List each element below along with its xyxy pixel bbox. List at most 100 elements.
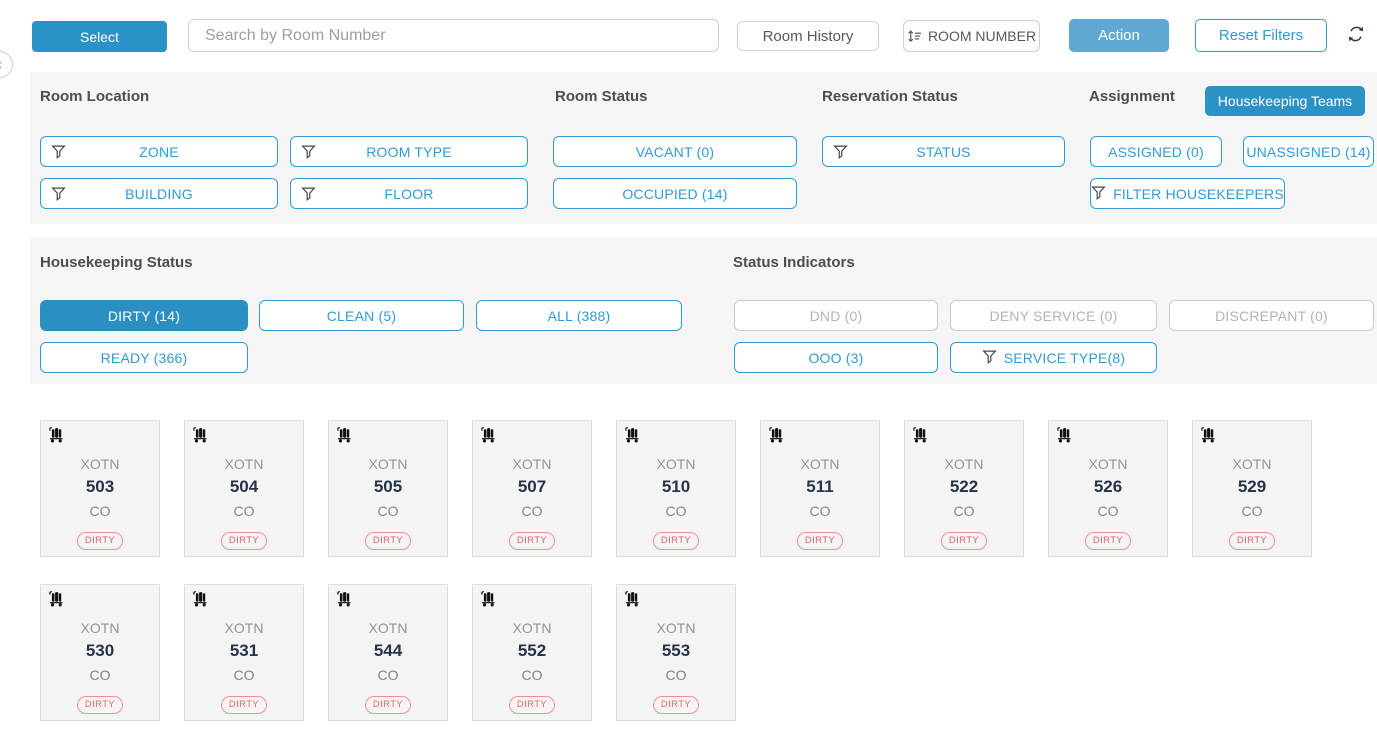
room-reservation-code: CO — [522, 499, 543, 523]
chevron-left-icon: ‹ — [0, 56, 2, 73]
sort-label: ROOM NUMBER — [928, 28, 1036, 44]
funnel-icon — [301, 186, 316, 204]
room-reservation-code: CO — [378, 499, 399, 523]
room-hotel-code: XOTN — [225, 618, 264, 638]
room-card[interactable]: XOTN 503 CO DIRTY — [40, 420, 160, 557]
filter-discrepant-button[interactable]: DISCREPANT (0) — [1169, 300, 1374, 331]
luggage-cart-icon — [911, 426, 928, 448]
room-card[interactable]: XOTN 511 CO DIRTY — [760, 420, 880, 557]
filter-floor-button[interactable]: FLOOR — [290, 178, 528, 209]
room-card-grid: XOTN 503 CO DIRTY — [40, 420, 1340, 721]
room-card[interactable]: XOTN 544 CO DIRTY — [328, 584, 448, 721]
luggage-cart-icon — [479, 426, 496, 448]
refresh-icon[interactable] — [1346, 24, 1366, 44]
room-number: 530 — [86, 638, 114, 663]
room-card[interactable]: XOTN 531 CO DIRTY — [184, 584, 304, 721]
room-hotel-code: XOTN — [657, 618, 696, 638]
search-input[interactable] — [188, 19, 719, 52]
filter-clean-button[interactable]: CLEAN (5) — [259, 300, 464, 331]
sort-room-number-button[interactable]: ROOM NUMBER — [903, 20, 1040, 52]
funnel-icon — [982, 349, 997, 367]
luggage-cart-icon — [47, 590, 64, 612]
funnel-icon — [1091, 185, 1106, 203]
room-card[interactable]: XOTN 526 CO DIRTY — [1048, 420, 1168, 557]
filter-service-type-button[interactable]: SERVICE TYPE(8) — [950, 342, 1157, 373]
room-card[interactable]: XOTN 552 CO DIRTY — [472, 584, 592, 721]
room-status-badge: DIRTY — [221, 532, 267, 550]
room-number: 510 — [662, 474, 690, 499]
room-status-badge: DIRTY — [77, 696, 123, 714]
room-card[interactable]: XOTN 529 CO DIRTY — [1192, 420, 1312, 557]
room-card[interactable]: XOTN 510 CO DIRTY — [616, 420, 736, 557]
room-hotel-code: XOTN — [657, 454, 696, 474]
housekeeping-status-title: Housekeeping Status — [40, 254, 193, 271]
action-button[interactable]: Action — [1069, 19, 1169, 52]
filter-housekeepers-label: FILTER HOUSEKEEPERS — [1113, 186, 1284, 202]
funnel-icon — [51, 186, 66, 204]
filter-dirty-button[interactable]: DIRTY (14) — [40, 300, 248, 331]
room-reservation-code: CO — [1242, 499, 1263, 523]
filter-occupied-button[interactable]: OCCUPIED (14) — [553, 178, 797, 209]
status-indicators-title: Status Indicators — [733, 254, 855, 271]
filter-room-type-button[interactable]: ROOM TYPE — [290, 136, 528, 167]
filter-zone-button[interactable]: ZONE — [40, 136, 278, 167]
room-number: 507 — [518, 474, 546, 499]
luggage-cart-icon — [335, 590, 352, 612]
room-number: 522 — [950, 474, 978, 499]
room-status-badge: DIRTY — [221, 696, 267, 714]
filter-housekeepers-button[interactable]: FILTER HOUSEKEEPERS — [1090, 178, 1285, 209]
assignment-title: Assignment — [1089, 88, 1175, 105]
filter-ooo-button[interactable]: OOO (3) — [734, 342, 938, 373]
sidebar-collapse-toggle[interactable]: ‹ — [0, 51, 13, 78]
service-type-label: SERVICE TYPE(8) — [1004, 350, 1126, 366]
room-hotel-code: XOTN — [513, 454, 552, 474]
room-number: 529 — [1238, 474, 1266, 499]
filter-building-button[interactable]: BUILDING — [40, 178, 278, 209]
filter-assigned-button[interactable]: ASSIGNED (0) — [1090, 136, 1222, 167]
room-reservation-code: CO — [234, 663, 255, 687]
reset-filters-button[interactable]: Reset Filters — [1195, 19, 1327, 52]
room-status-title: Room Status — [555, 88, 648, 105]
room-hotel-code: XOTN — [1233, 454, 1272, 474]
room-status-badge: DIRTY — [77, 532, 123, 550]
room-number: 504 — [230, 474, 258, 499]
housekeeping-dashboard: Select Room History ROOM NUMBER Action R… — [0, 0, 1377, 740]
room-status-badge: DIRTY — [797, 532, 843, 550]
room-card[interactable]: XOTN 530 CO DIRTY — [40, 584, 160, 721]
reservation-status-title: Reservation Status — [822, 88, 958, 105]
filter-deny-service-button[interactable]: DENY SERVICE (0) — [950, 300, 1157, 331]
room-number: 505 — [374, 474, 402, 499]
filter-ready-button[interactable]: READY (366) — [40, 342, 248, 373]
filter-vacant-button[interactable]: VACANT (0) — [553, 136, 797, 167]
filter-all-button[interactable]: ALL (388) — [476, 300, 682, 331]
luggage-cart-icon — [767, 426, 784, 448]
room-reservation-code: CO — [90, 663, 111, 687]
room-number: 526 — [1094, 474, 1122, 499]
room-hotel-code: XOTN — [513, 618, 552, 638]
select-button[interactable]: Select — [32, 21, 167, 52]
room-status-badge: DIRTY — [365, 532, 411, 550]
room-history-button[interactable]: Room History — [737, 21, 879, 51]
room-card[interactable]: XOTN 505 CO DIRTY — [328, 420, 448, 557]
room-card[interactable]: XOTN 507 CO DIRTY — [472, 420, 592, 557]
room-hotel-code: XOTN — [369, 618, 408, 638]
room-status-badge: DIRTY — [941, 532, 987, 550]
filter-unassigned-button[interactable]: UNASSIGNED (14) — [1243, 136, 1374, 167]
building-label: BUILDING — [125, 186, 193, 202]
room-reservation-code: CO — [666, 663, 687, 687]
room-card[interactable]: XOTN 504 CO DIRTY — [184, 420, 304, 557]
room-status-badge: DIRTY — [1085, 532, 1131, 550]
room-card[interactable]: XOTN 553 CO DIRTY — [616, 584, 736, 721]
luggage-cart-icon — [623, 590, 640, 612]
filter-dnd-button[interactable]: DND (0) — [734, 300, 938, 331]
luggage-cart-icon — [191, 590, 208, 612]
room-number: 553 — [662, 638, 690, 663]
housekeeping-teams-button[interactable]: Housekeeping Teams — [1205, 86, 1365, 116]
room-reservation-code: CO — [90, 499, 111, 523]
filter-reservation-status-button[interactable]: STATUS — [822, 136, 1065, 167]
filters-panel-bottom: Housekeeping Status Status Indicators DI… — [30, 238, 1377, 384]
zone-label: ZONE — [139, 144, 179, 160]
sort-icon — [907, 29, 922, 44]
room-status-badge: DIRTY — [509, 696, 555, 714]
room-card[interactable]: XOTN 522 CO DIRTY — [904, 420, 1024, 557]
